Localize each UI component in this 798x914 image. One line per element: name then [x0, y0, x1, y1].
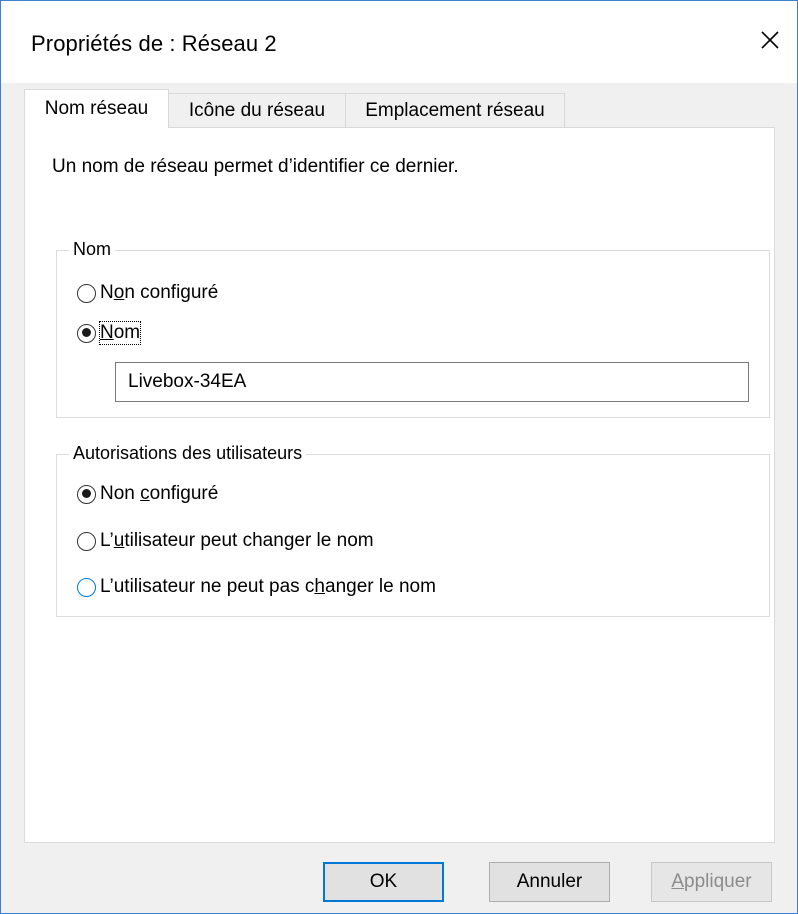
tab-label: Nom réseau	[44, 98, 149, 119]
button-label: Annuler	[516, 871, 583, 892]
network-name-input[interactable]	[115, 362, 749, 402]
radio-name-not-configured[interactable]: Non configuré	[77, 282, 218, 304]
radio-circle	[77, 531, 96, 551]
radio-user-cannot-change[interactable]: L’utilisateur ne peut pas changer le nom	[77, 576, 436, 598]
radio-label: L’utilisateur peut changer le nom	[100, 530, 374, 551]
tab-nom-reseau[interactable]: Nom réseau	[24, 89, 169, 128]
tab-label: Emplacement réseau	[365, 99, 545, 121]
radio-circle	[77, 577, 96, 597]
radio-label: Non configuré	[100, 483, 219, 504]
tab-panel: Un nom de réseau permet d’identifier ce …	[24, 127, 775, 843]
button-label: OK	[369, 871, 398, 892]
properties-dialog: Propriétés de : Réseau 2 Nom réseau Icôn…	[0, 0, 798, 914]
group-legend: Nom	[69, 239, 116, 260]
window-title: Propriétés de : Réseau 2	[31, 31, 277, 56]
radio-label: Nom	[98, 321, 142, 345]
radio-circle	[77, 283, 96, 303]
tab-icone-du-reseau[interactable]: Icône du réseau	[168, 93, 346, 127]
button-label: Appliquer	[671, 871, 752, 892]
panel-description: Un nom de réseau permet d’identifier ce …	[52, 156, 459, 177]
close-icon	[761, 31, 779, 49]
radio-permission-not-configured[interactable]: Non configuré	[77, 483, 218, 505]
radio-circle	[77, 323, 96, 343]
group-legend: Autorisations des utilisateurs	[69, 443, 307, 464]
apply-button[interactable]: Appliquer	[651, 862, 772, 902]
radio-label: Non configuré	[100, 282, 219, 303]
radio-label: L’utilisateur ne peut pas changer le nom	[100, 576, 436, 597]
radio-name-custom[interactable]: Nom	[77, 321, 142, 345]
ok-button[interactable]: OK	[323, 862, 444, 902]
cancel-button[interactable]: Annuler	[489, 862, 610, 902]
radio-circle	[77, 484, 96, 504]
tab-emplacement-reseau[interactable]: Emplacement réseau	[345, 93, 565, 127]
close-button[interactable]	[753, 23, 787, 57]
title-bar: Propriétés de : Réseau 2	[1, 1, 797, 83]
tab-label: Icône du réseau	[188, 99, 326, 121]
radio-user-can-change[interactable]: L’utilisateur peut changer le nom	[77, 530, 374, 552]
